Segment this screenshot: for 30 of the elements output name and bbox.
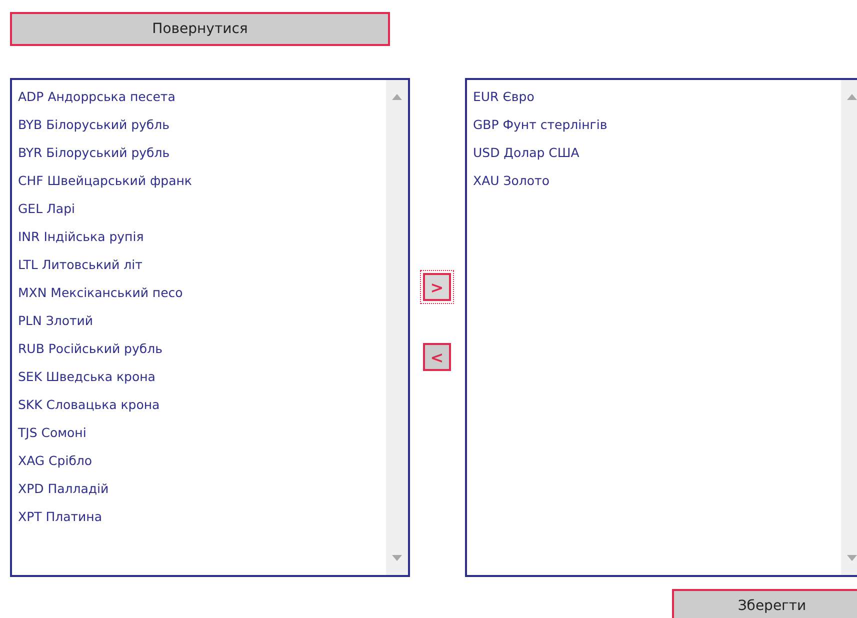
scrollbar[interactable] bbox=[841, 80, 857, 575]
list-item[interactable]: CHF Швейцарський франк bbox=[18, 167, 380, 195]
list-item[interactable]: SKK Словацька крона bbox=[18, 391, 380, 419]
list-item[interactable]: XPD Палладій bbox=[18, 475, 380, 503]
scroll-up-icon[interactable] bbox=[847, 94, 857, 100]
list-item[interactable]: XAG Срібло bbox=[18, 447, 380, 475]
save-button[interactable]: Зберегти bbox=[672, 589, 857, 618]
list-item[interactable]: PLN Злотий bbox=[18, 307, 380, 335]
list-item[interactable]: USD Долар США bbox=[473, 139, 835, 167]
currency-listbox[interactable] bbox=[10, 78, 410, 577]
list-item[interactable]: BYB Білоруський рубль bbox=[18, 111, 380, 139]
scrollbar[interactable] bbox=[386, 80, 408, 575]
list-item[interactable]: TJS Сомоні bbox=[18, 419, 380, 447]
scroll-down-icon[interactable] bbox=[847, 555, 857, 561]
list-item[interactable]: XPT Платина bbox=[18, 503, 380, 531]
scroll-up-icon[interactable] bbox=[392, 94, 402, 100]
list-item[interactable]: GEL Ларі bbox=[18, 195, 380, 223]
list-item[interactable]: ADP Андоррська песета bbox=[18, 83, 380, 111]
currency-listbox[interactable]: EUR Євро GBP Фунт стерлінгів USD Долар США XAU Золото bbox=[465, 78, 857, 577]
list-item[interactable]: GBP Фунт стерлінгів bbox=[473, 111, 835, 139]
list-item[interactable]: EUR Євро bbox=[473, 83, 835, 111]
back-button[interactable]: Повернутися bbox=[10, 12, 390, 46]
scroll-down-icon[interactable] bbox=[392, 555, 402, 561]
list-item[interactable]: LTL Литовський літ bbox=[18, 251, 380, 279]
list-item[interactable]: MXN Мексіканський песо bbox=[18, 279, 380, 307]
list-item[interactable]: XAU Золото bbox=[473, 167, 835, 195]
list-item[interactable]: INR Індійська рупія bbox=[18, 223, 380, 251]
list-item[interactable]: BYR Білоруський рубль bbox=[18, 139, 380, 167]
list-item[interactable]: RUB Російський рубль bbox=[18, 335, 380, 363]
list-item[interactable]: SEK Шведська крона bbox=[18, 363, 380, 391]
